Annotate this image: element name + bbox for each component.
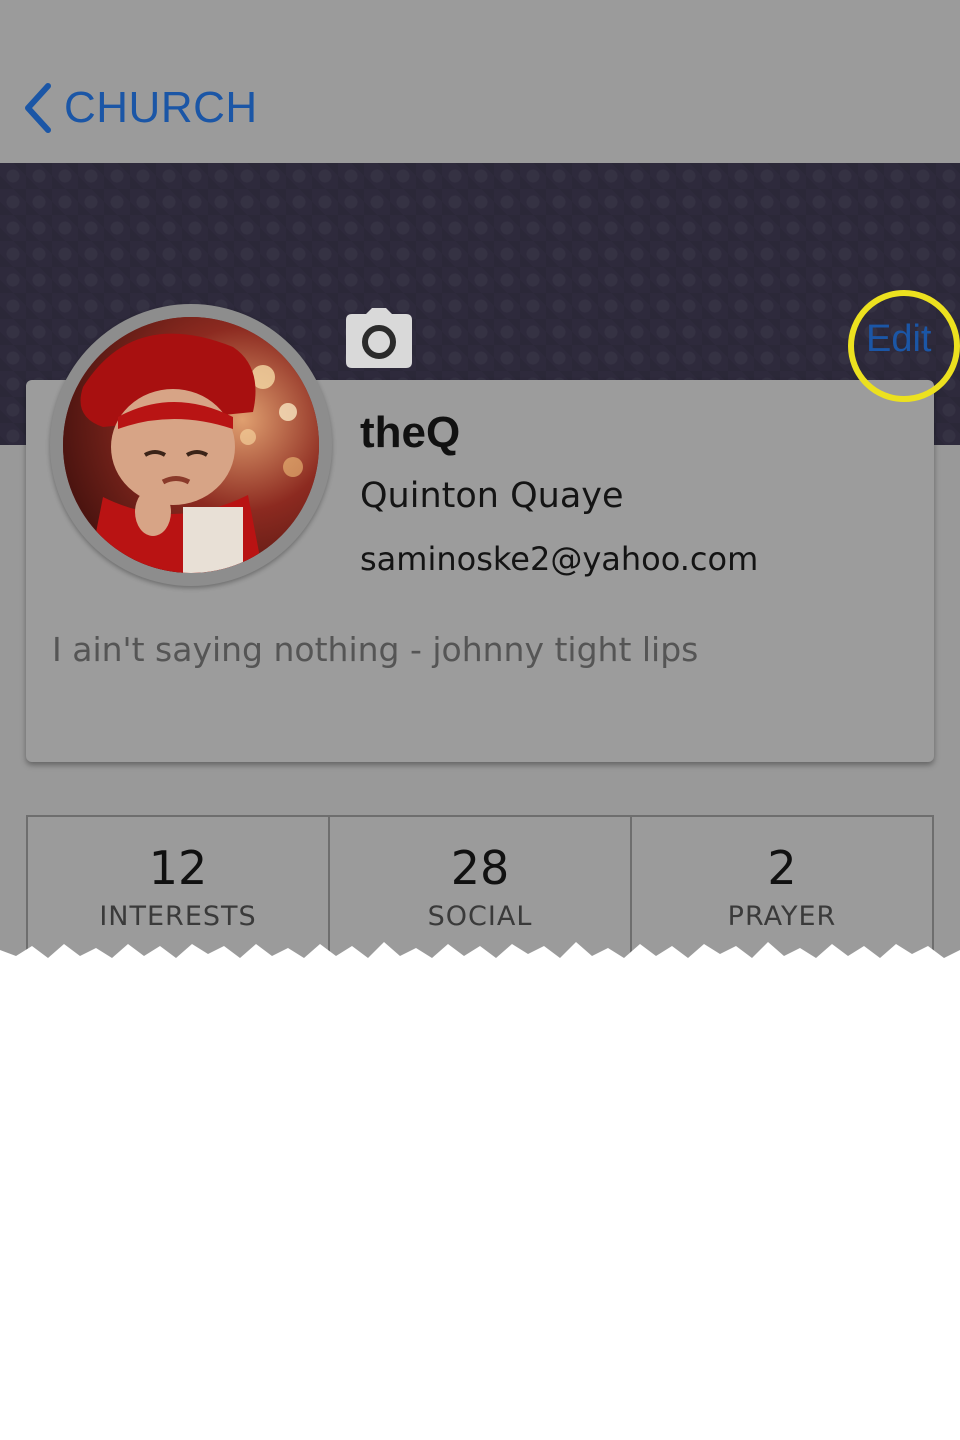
bio-text: I ain't saying nothing - johnny tight li… [52, 630, 699, 669]
camera-button[interactable] [346, 308, 412, 368]
profile-photo [63, 317, 319, 573]
stat-value: 28 [450, 841, 510, 895]
stat-value: 12 [148, 841, 208, 895]
torn-paper-edge [0, 928, 960, 988]
camera-icon [346, 308, 412, 368]
username: theQ [360, 408, 461, 457]
chevron-left-icon [25, 83, 51, 133]
stat-value: 2 [767, 841, 797, 895]
profile-screen: CHURCH Edit theQ Quinton Quaye saminoske… [0, 0, 960, 1440]
navigation-bar: CHURCH [0, 0, 960, 163]
email-address: saminoske2@yahoo.com [360, 540, 759, 578]
back-button[interactable]: CHURCH [18, 76, 258, 140]
dimmed-content-area: CHURCH Edit theQ Quinton Quaye saminoske… [0, 0, 960, 985]
full-name: Quinton Quaye [360, 476, 624, 516]
back-button-label: CHURCH [64, 83, 258, 132]
edit-button[interactable]: Edit [866, 318, 931, 361]
avatar[interactable] [63, 317, 319, 573]
